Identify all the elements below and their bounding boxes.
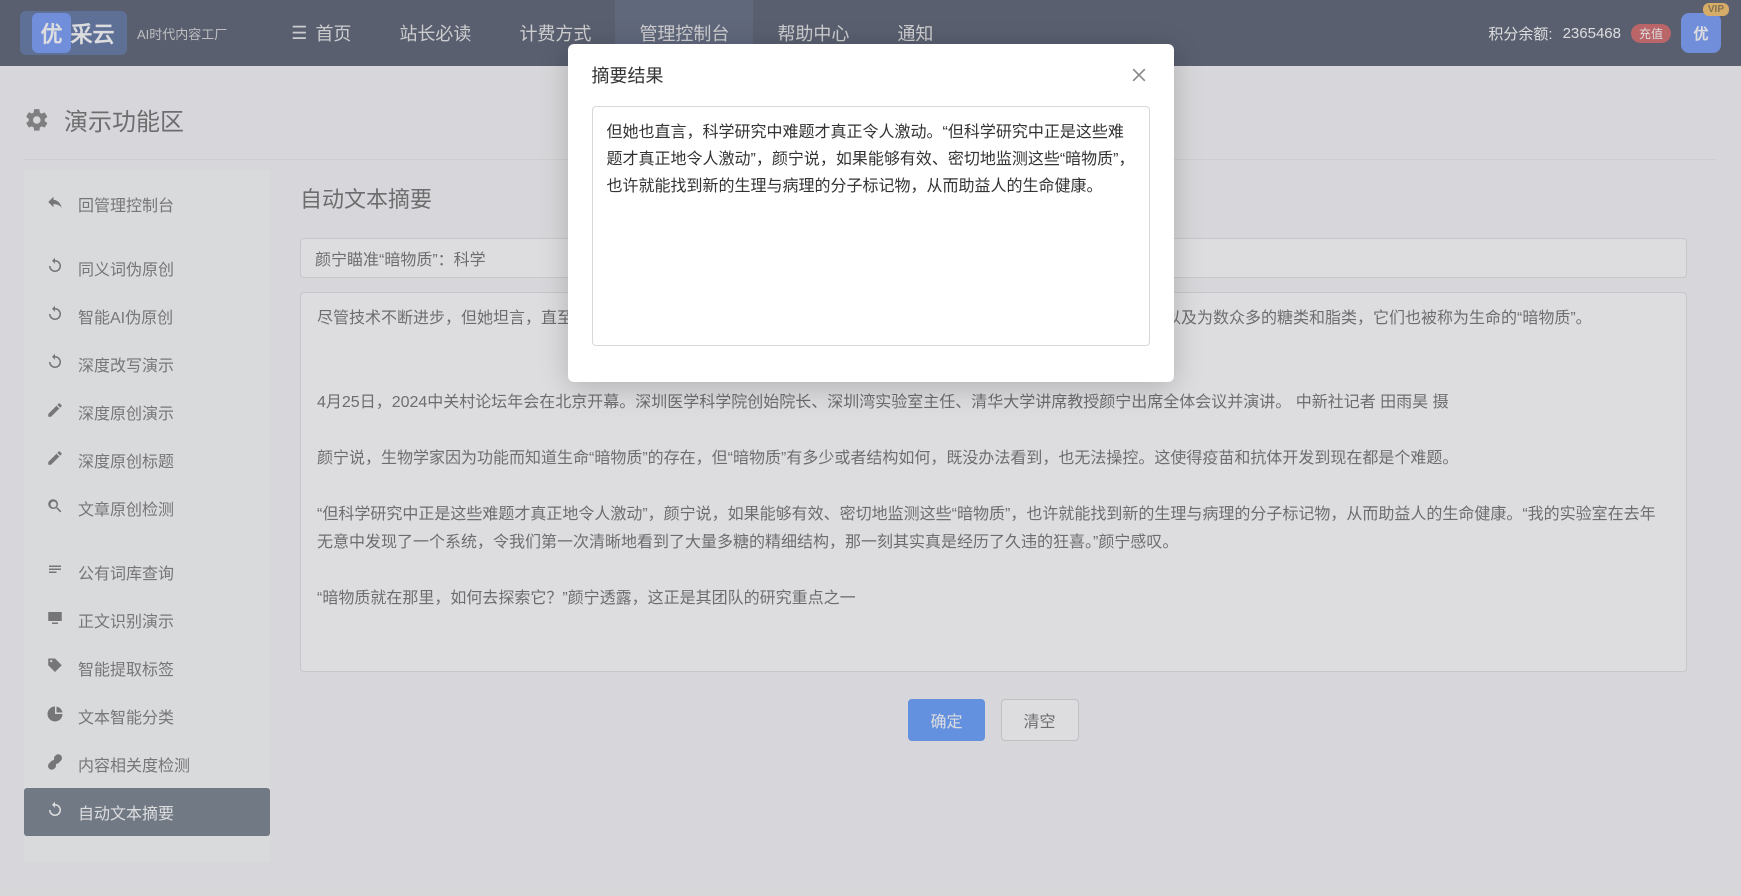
modal-body: 但她也直言，科学研究中难题才真正令人激动。“但科学研究中正是这些难题才真正地令人… [568,106,1174,382]
summary-result: 但她也直言，科学研究中难题才真正令人激动。“但科学研究中正是这些难题才真正地令人… [592,106,1150,346]
close-icon[interactable] [1128,64,1150,86]
modal-header: 摘要结果 [568,44,1174,106]
summary-modal: 摘要结果 但她也直言，科学研究中难题才真正令人激动。“但科学研究中正是这些难题才… [568,44,1174,382]
modal-title: 摘要结果 [592,62,664,88]
